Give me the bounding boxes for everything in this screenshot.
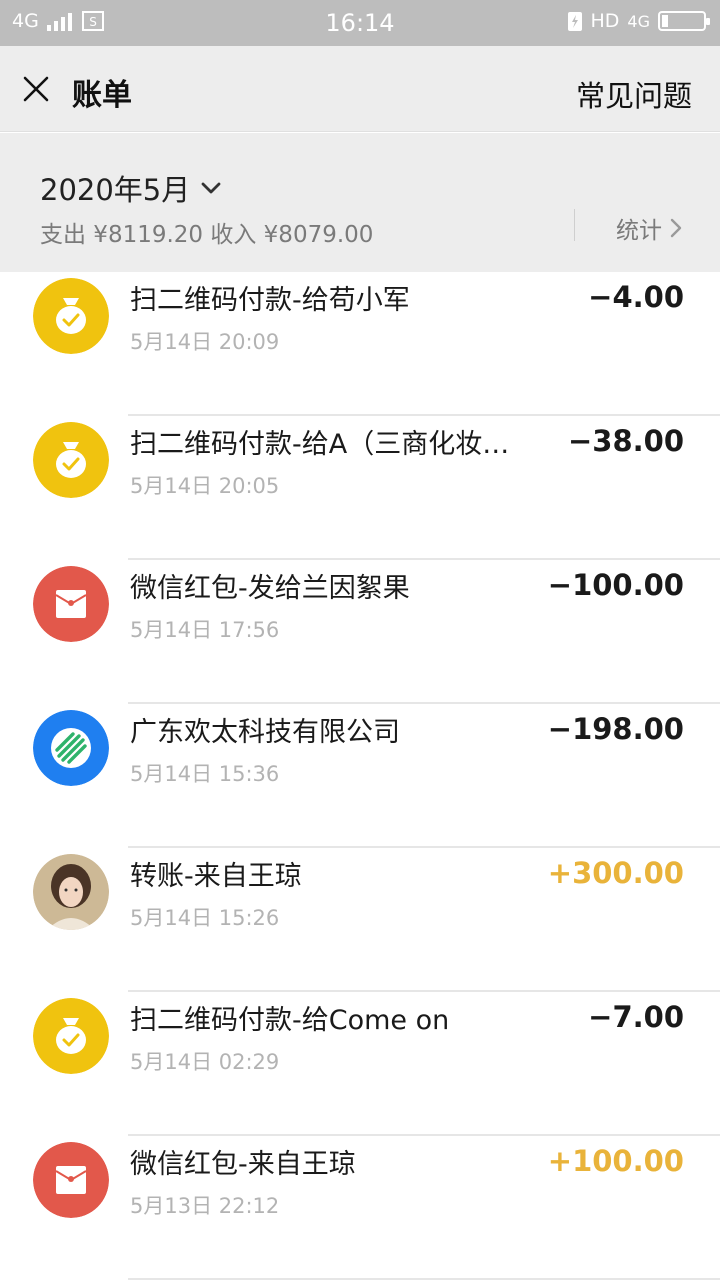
money-bag-icon bbox=[33, 422, 109, 498]
transaction-row[interactable]: 转账-来自王琼 5月14日 15:26 +300.00 bbox=[0, 848, 720, 992]
transaction-amount: −100.00 bbox=[547, 568, 684, 602]
transaction-time: 5月14日 15:36 bbox=[130, 762, 280, 786]
stats-button[interactable]: 统计 bbox=[616, 211, 682, 245]
transaction-title: 扫二维码付款-给Come on bbox=[130, 1005, 450, 1036]
month-summary: 2020年5月 支出 ¥8119.20 收入 ¥8079.00 统计 bbox=[0, 133, 720, 272]
transaction-amount: −198.00 bbox=[547, 712, 684, 746]
month-selector[interactable]: 2020年5月 bbox=[40, 167, 222, 209]
transaction-time: 5月13日 22:12 bbox=[130, 1194, 280, 1218]
transaction-title: 转账-来自王琼 bbox=[130, 861, 302, 892]
divider bbox=[574, 209, 575, 241]
chevron-right-icon bbox=[670, 218, 682, 238]
transaction-row[interactable]: 扫二维码付款-给苟小军 5月14日 20:09 −4.00 bbox=[0, 272, 720, 416]
battery-icon bbox=[658, 11, 710, 31]
transaction-title: 扫二维码付款-给A（三商化妆… bbox=[130, 429, 510, 460]
transaction-title: 微信红包-来自王琼 bbox=[130, 1149, 356, 1180]
merchant-logo-icon bbox=[33, 710, 109, 786]
money-bag-icon bbox=[33, 278, 109, 354]
transaction-row[interactable]: 微信红包-发给兰因絮果 5月14日 17:56 −100.00 bbox=[0, 560, 720, 704]
transaction-title: 广东欢太科技有限公司 bbox=[130, 717, 400, 748]
month-totals: 支出 ¥8119.20 收入 ¥8079.00 bbox=[40, 222, 374, 248]
transaction-time: 5月14日 02:29 bbox=[130, 1050, 280, 1074]
transaction-row[interactable]: 广东欢太科技有限公司 5月14日 15:36 −198.00 bbox=[0, 704, 720, 848]
status-right: HD 4G bbox=[567, 10, 710, 32]
transaction-row[interactable]: 扫二维码付款-给A（三商化妆… 5月14日 20:05 −38.00 bbox=[0, 416, 720, 560]
transaction-row[interactable]: 扫二维码付款-给Come on 5月14日 02:29 −7.00 bbox=[0, 992, 720, 1136]
network-type-right: 4G bbox=[627, 11, 650, 31]
transaction-time: 5月14日 15:26 bbox=[130, 906, 280, 930]
nav-bar: 账单 常见问题 bbox=[0, 46, 720, 132]
red-packet-icon bbox=[33, 566, 109, 642]
page-title: 账单 bbox=[72, 78, 132, 113]
status-bar: 4G S 16:14 HD 4G bbox=[0, 0, 720, 46]
transaction-amount: −7.00 bbox=[588, 1000, 684, 1034]
faq-button[interactable]: 常见问题 bbox=[576, 73, 692, 115]
transaction-amount: −38.00 bbox=[567, 424, 684, 458]
transaction-time: 5月14日 20:05 bbox=[130, 474, 280, 498]
transaction-time: 5月14日 17:56 bbox=[130, 618, 280, 642]
chevron-down-icon bbox=[201, 182, 221, 194]
user-avatar bbox=[33, 854, 109, 930]
stats-label: 统计 bbox=[616, 218, 662, 244]
transaction-amount: +300.00 bbox=[547, 856, 684, 890]
transaction-amount: −4.00 bbox=[588, 280, 684, 314]
transaction-time: 5月14日 20:09 bbox=[130, 330, 280, 354]
charging-icon bbox=[567, 12, 582, 31]
hd-label: HD bbox=[590, 10, 620, 32]
transaction-row[interactable]: 微信红包-来自王琼 5月13日 22:12 +100.00 bbox=[0, 1136, 720, 1280]
transaction-amount: +100.00 bbox=[547, 1144, 684, 1178]
transaction-title: 扫二维码付款-给苟小军 bbox=[130, 285, 410, 316]
month-label: 2020年5月 bbox=[40, 173, 191, 207]
close-icon[interactable] bbox=[20, 73, 52, 105]
transaction-title: 微信红包-发给兰因絮果 bbox=[130, 573, 410, 604]
red-packet-icon bbox=[33, 1142, 109, 1218]
transaction-list: 扫二维码付款-给苟小军 5月14日 20:09 −4.00 扫二维码付款-给A（… bbox=[0, 272, 720, 1280]
money-bag-icon bbox=[33, 998, 109, 1074]
